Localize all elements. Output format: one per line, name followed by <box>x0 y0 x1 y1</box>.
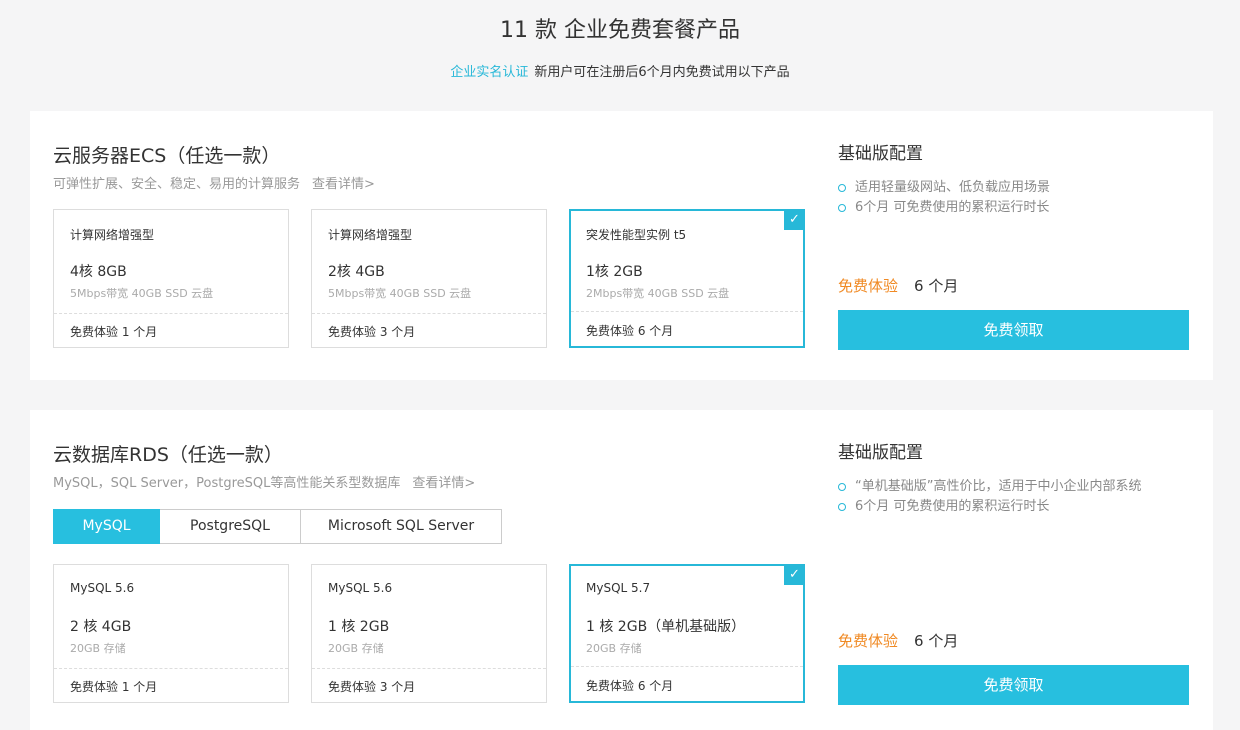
card-trial-duration: 免费体验 3 个月 <box>328 325 416 339</box>
card-extra: 20GB 存储 <box>70 642 126 655</box>
card-type: MySQL 5.6 <box>328 581 393 595</box>
card-divider <box>571 311 803 312</box>
rds-option-card[interactable]: MySQL 5.6 2 核 4GB 20GB 存储 免费体验 1 个月 <box>53 564 289 703</box>
trial-label: 免费体验 <box>838 632 899 650</box>
rds-option-card-selected[interactable]: ✓ MySQL 5.7 1 核 2GB（单机基础版） 20GB 存储 免费体验 … <box>569 564 805 703</box>
card-trial-duration: 免费体验 1 个月 <box>70 325 158 339</box>
card-extra: 5Mbps带宽 40GB SSD 云盘 <box>328 287 472 300</box>
rds-desc-text: MySQL，SQL Server，PostgreSQL等高性能关系型数据库 <box>53 476 401 491</box>
feature-item: “单机基础版”高性价比，适用于中小企业内部系统 <box>838 477 1141 497</box>
card-divider <box>312 668 546 669</box>
card-type: 计算网络增强型 <box>70 228 155 242</box>
ecs-detail-link[interactable]: 查看详情> <box>312 177 375 192</box>
trial-value: 6 个月 <box>914 277 959 295</box>
feature-item: 6个月 可免费使用的累积运行时长 <box>838 198 1050 218</box>
feature-text: 6个月 可免费使用的累积运行时长 <box>855 499 1050 514</box>
checkmark-icon: ✓ <box>784 209 805 230</box>
circle-bullet-icon <box>838 503 846 511</box>
card-divider <box>54 668 288 669</box>
rds-trial-info: 免费体验 6 个月 <box>838 630 958 651</box>
card-extra: 2Mbps带宽 40GB SSD 云盘 <box>586 287 730 300</box>
rds-config-title: 基础版配置 <box>838 443 923 463</box>
feature-text: 6个月 可免费使用的累积运行时长 <box>855 200 1050 215</box>
card-type: MySQL 5.7 <box>586 581 651 595</box>
card-type: 计算网络增强型 <box>328 228 413 242</box>
card-divider <box>54 313 288 314</box>
rds-claim-button[interactable]: 免费领取 <box>838 665 1189 705</box>
card-divider <box>312 313 546 314</box>
ecs-trial-info: 免费体验 6 个月 <box>838 275 958 296</box>
card-trial-duration: 免费体验 6 个月 <box>586 324 674 338</box>
ecs-config-panel: 基础版配置 适用轻量级网站、低负载应用场景 6个月 可免费使用的累积运行时长 免… <box>838 111 1190 380</box>
checkmark-icon: ✓ <box>784 564 805 585</box>
feature-text: 适用轻量级网站、低负载应用场景 <box>855 180 1051 195</box>
card-spec: 1 核 2GB <box>328 619 390 635</box>
card-spec: 2核 4GB <box>328 264 385 280</box>
rds-detail-link[interactable]: 查看详情> <box>412 476 475 491</box>
feature-text: “单机基础版”高性价比，适用于中小企业内部系统 <box>855 479 1142 494</box>
circle-bullet-icon <box>838 483 846 491</box>
ecs-feature-list: 适用轻量级网站、低负载应用场景 6个月 可免费使用的累积运行时长 <box>838 178 1050 218</box>
card-trial-duration: 免费体验 3 个月 <box>328 680 416 694</box>
card-type: MySQL 5.6 <box>70 581 135 595</box>
rds-option-card[interactable]: MySQL 5.6 1 核 2GB 20GB 存储 免费体验 3 个月 <box>311 564 547 703</box>
card-divider <box>571 666 803 667</box>
trial-value: 6 个月 <box>914 632 959 650</box>
circle-bullet-icon <box>838 184 846 192</box>
card-spec: 1核 2GB <box>586 264 643 280</box>
ecs-section-title: 云服务器ECS（任选一款） <box>53 145 281 167</box>
rds-section-desc: MySQL，SQL Server，PostgreSQL等高性能关系型数据库 查看详… <box>53 472 475 491</box>
enterprise-verification-link[interactable]: 企业实名认证 <box>450 65 528 80</box>
rds-section: 云数据库RDS（任选一款） MySQL，SQL Server，PostgreSQ… <box>30 410 1213 730</box>
ecs-section-desc: 可弹性扩展、安全、稳定、易用的计算服务 查看详情> <box>53 173 375 192</box>
tab-postgresql[interactable]: PostgreSQL <box>160 509 301 544</box>
db-engine-tabs: MySQL PostgreSQL Microsoft SQL Server <box>53 509 502 544</box>
card-extra: 20GB 存储 <box>328 642 384 655</box>
ecs-desc-text: 可弹性扩展、安全、稳定、易用的计算服务 <box>53 177 301 192</box>
circle-bullet-icon <box>838 204 846 212</box>
page-title: 11 款 企业免费套餐产品 <box>500 18 740 43</box>
feature-item: 适用轻量级网站、低负载应用场景 <box>838 178 1050 198</box>
tab-mysql[interactable]: MySQL <box>53 509 160 544</box>
feature-item: 6个月 可免费使用的累积运行时长 <box>838 497 1141 517</box>
card-trial-duration: 免费体验 1 个月 <box>70 680 158 694</box>
ecs-option-card[interactable]: 计算网络增强型 4核 8GB 5Mbps带宽 40GB SSD 云盘 免费体验 … <box>53 209 289 348</box>
card-spec: 4核 8GB <box>70 264 127 280</box>
ecs-option-card-selected[interactable]: ✓ 突发性能型实例 t5 1核 2GB 2Mbps带宽 40GB SSD 云盘 … <box>569 209 805 348</box>
card-extra: 5Mbps带宽 40GB SSD 云盘 <box>70 287 214 300</box>
card-trial-duration: 免费体验 6 个月 <box>586 679 674 693</box>
card-spec: 2 核 4GB <box>70 619 132 635</box>
page-subtitle: 企业实名认证 新用户可在注册后6个月内免费试用以下产品 <box>0 61 1240 80</box>
subtitle-text: 新用户可在注册后6个月内免费试用以下产品 <box>534 65 790 80</box>
rds-config-panel: 基础版配置 “单机基础版”高性价比，适用于中小企业内部系统 6个月 可免费使用的… <box>838 410 1190 719</box>
ecs-section: 云服务器ECS（任选一款） 可弹性扩展、安全、稳定、易用的计算服务 查看详情> 计… <box>30 111 1213 380</box>
rds-feature-list: “单机基础版”高性价比，适用于中小企业内部系统 6个月 可免费使用的累积运行时长 <box>838 477 1141 517</box>
card-extra: 20GB 存储 <box>586 642 642 655</box>
rds-section-title: 云数据库RDS（任选一款） <box>53 444 283 466</box>
card-spec: 1 核 2GB（单机基础版） <box>586 619 746 635</box>
ecs-config-title: 基础版配置 <box>838 144 923 164</box>
tab-sqlserver[interactable]: Microsoft SQL Server <box>301 509 502 544</box>
ecs-option-card[interactable]: 计算网络增强型 2核 4GB 5Mbps带宽 40GB SSD 云盘 免费体验 … <box>311 209 547 348</box>
ecs-claim-button[interactable]: 免费领取 <box>838 310 1189 350</box>
trial-label: 免费体验 <box>838 277 899 295</box>
card-type: 突发性能型实例 t5 <box>586 228 687 242</box>
